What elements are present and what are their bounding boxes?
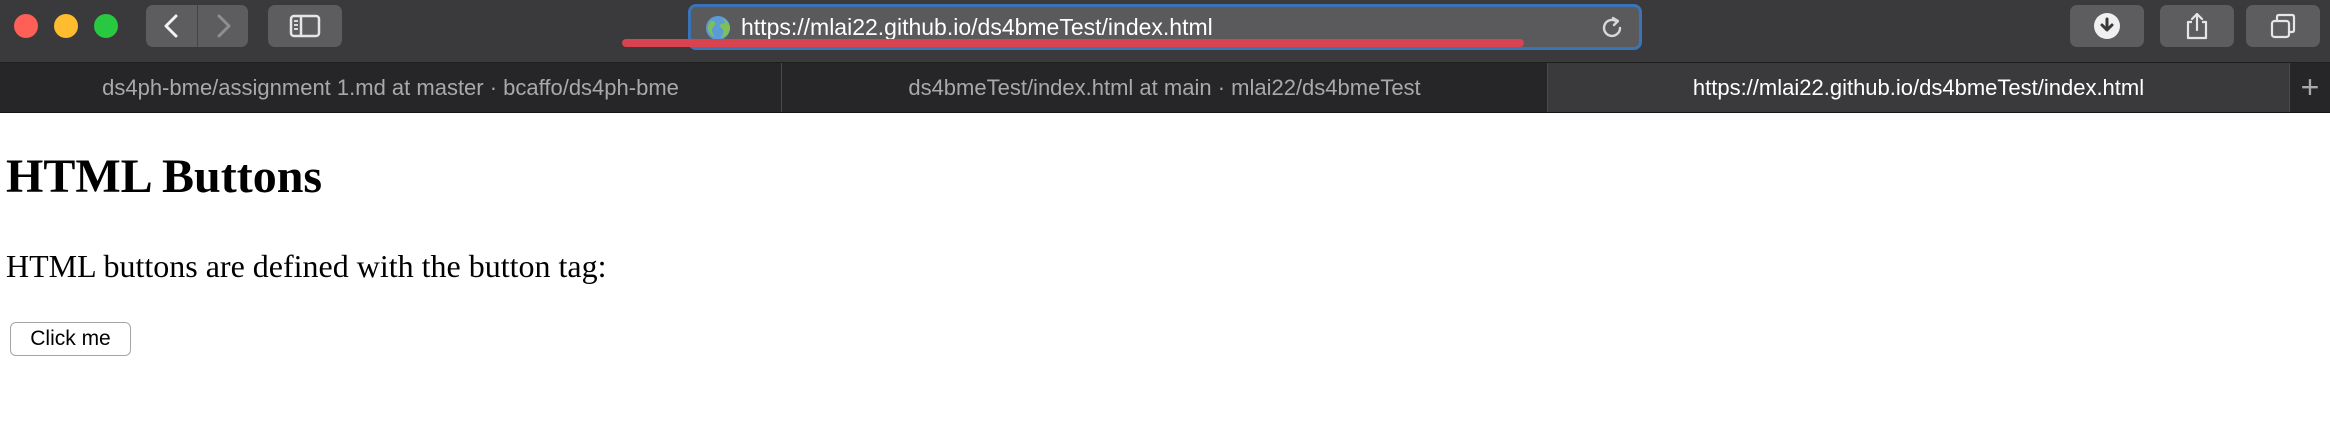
tab-overview-button[interactable] — [2246, 5, 2320, 47]
back-button[interactable] — [146, 5, 198, 47]
minimize-window-button[interactable] — [54, 14, 78, 38]
download-icon — [2094, 13, 2120, 39]
tab-ds4bmetest-repo[interactable]: ds4bmeTest/index.html at main · mlai22/d… — [782, 63, 1548, 112]
annotation-underline — [622, 39, 1524, 47]
tab-ds4ph-assignment[interactable]: ds4ph-bme/assignment 1.md at master · bc… — [0, 63, 782, 112]
share-icon — [2186, 12, 2208, 40]
close-window-button[interactable] — [14, 14, 38, 38]
new-tab-button[interactable]: + — [2290, 63, 2330, 112]
browser-toolbar: https://mlai22.github.io/ds4bmeTest/inde… — [0, 0, 2330, 63]
globe-icon — [706, 16, 730, 40]
downloads-button[interactable] — [2070, 5, 2144, 47]
navigation-buttons — [146, 5, 248, 47]
zoom-window-button[interactable] — [94, 14, 118, 38]
page-paragraph: HTML buttons are defined with the button… — [6, 248, 607, 284]
reload-icon[interactable] — [1599, 15, 1625, 41]
forward-button[interactable] — [197, 5, 248, 47]
page-heading: HTML Buttons — [6, 150, 323, 203]
tab-active-page[interactable]: https://mlai22.github.io/ds4bmeTest/inde… — [1548, 63, 2290, 112]
tab-bar: ds4ph-bme/assignment 1.md at master · bc… — [0, 63, 2330, 113]
chevron-left-icon — [164, 14, 177, 38]
sidebar-toggle-button[interactable] — [268, 5, 342, 47]
page-content: HTML Buttons HTML buttons are defined wi… — [0, 113, 2330, 442]
chevron-right-icon — [217, 14, 230, 38]
share-button[interactable] — [2160, 5, 2234, 47]
sidebar-icon — [289, 14, 321, 38]
tabs-overview-icon — [2270, 13, 2296, 39]
click-me-button[interactable]: Click me — [10, 322, 131, 356]
